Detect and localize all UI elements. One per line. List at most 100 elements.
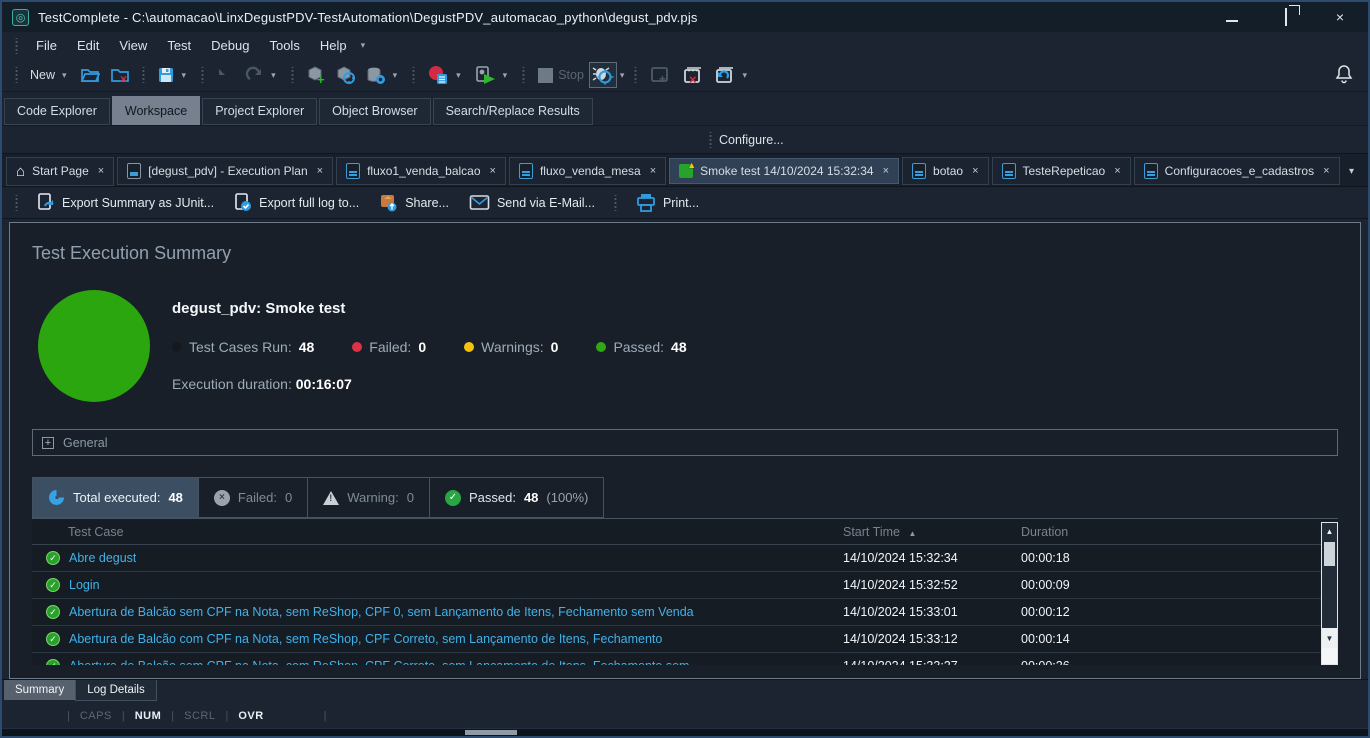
chevron-down-icon: ▾ [739, 70, 750, 81]
stop-button[interactable]: Stop [532, 64, 589, 87]
run-button[interactable]: ▾ [469, 62, 516, 88]
doc-tab-fluxo1-venda-balcao[interactable]: fluxo1_venda_balcao × [336, 157, 506, 185]
tab-log-details[interactable]: Log Details [75, 680, 157, 701]
menu-view[interactable]: View [110, 35, 156, 56]
export-log-button[interactable]: Export full log to... [226, 190, 367, 215]
table-row[interactable]: ✓Abertura de Balcão sem CPF na Nota, com… [32, 653, 1321, 665]
tab-list-dropdown[interactable]: ▾ [1349, 166, 1364, 177]
doc-tab-fluxo-venda-mesa[interactable]: fluxo_venda_mesa × [509, 157, 666, 185]
table-row[interactable]: ✓Abertura de Balcão com CPF na Nota, sem… [32, 626, 1321, 653]
restore-button[interactable] [1276, 9, 1296, 25]
add-object-button[interactable]: + [301, 63, 331, 88]
general-section-header[interactable]: + General [32, 429, 1338, 456]
doc-tab-teste-repeticao[interactable]: TesteRepeticao × [992, 157, 1131, 185]
debug-bug-icon [592, 65, 614, 85]
undo-button[interactable] [211, 63, 240, 87]
menu-debug[interactable]: Debug [202, 35, 258, 56]
document-tab-bar: ⌂ Start Page × [degust_pdv] - Execution … [2, 153, 1368, 186]
filter-tab-warning[interactable]: Warning: 0 [307, 477, 429, 518]
filter-tab-total[interactable]: Total executed: 48 [32, 477, 198, 518]
tab-search-replace-results[interactable]: Search/Replace Results [433, 98, 593, 125]
print-button[interactable]: Print... [628, 190, 707, 215]
close-icon[interactable]: × [972, 165, 978, 177]
horizontal-scrollbar[interactable] [2, 728, 1368, 736]
result-filter-tabs: Total executed: 48 × Failed: 0 Warning: … [32, 477, 1338, 518]
configure-button[interactable]: Configure... [719, 133, 784, 147]
status-num: NUM [135, 710, 162, 722]
table-row[interactable]: ✓Abre degust 14/10/2024 15:32:34 00:00:1… [32, 545, 1321, 572]
record-button[interactable]: ▾ [422, 62, 469, 88]
doc-tab-start-page[interactable]: ⌂ Start Page × [6, 157, 114, 186]
test-case-link[interactable]: Login [69, 578, 100, 592]
vertical-scrollbar[interactable]: ▲ ▼ [1321, 522, 1338, 665]
tab-object-browser[interactable]: Object Browser [319, 98, 430, 125]
close-icon[interactable]: × [98, 165, 104, 177]
close-button[interactable]: × [1330, 9, 1350, 25]
status-separator: | [324, 710, 327, 722]
menu-file[interactable]: File [27, 35, 66, 56]
filter-tab-passed[interactable]: ✓ Passed: 48 (100%) [429, 477, 604, 518]
notifications-button[interactable] [1334, 64, 1368, 86]
scroll-down-button[interactable]: ▼ [1322, 628, 1337, 648]
svg-text:×: × [689, 72, 697, 85]
svg-text:×: × [120, 72, 127, 84]
column-start-time[interactable]: Start Time ▲ [843, 525, 1021, 539]
close-project-button[interactable]: × [105, 63, 135, 87]
close-icon[interactable]: × [650, 165, 656, 177]
share-button[interactable]: Share... [371, 190, 457, 215]
restore-layout-button[interactable]: ▾ [708, 62, 755, 88]
scroll-up-button[interactable]: ▲ [1322, 523, 1337, 540]
expand-icon[interactable]: + [42, 437, 54, 449]
send-email-button[interactable]: Send via E-Mail... [461, 191, 603, 214]
menu-tools[interactable]: Tools [260, 35, 308, 56]
data-settings-button[interactable]: ▾ [361, 63, 406, 88]
menu-edit[interactable]: Edit [68, 35, 108, 56]
chevron-down-icon: ▾ [500, 70, 511, 81]
minimize-button[interactable] [1222, 9, 1242, 25]
table-row[interactable]: ✓Abertura de Balcão sem CPF na Nota, sem… [32, 599, 1321, 626]
doc-tab-smoke-test-log[interactable]: Smoke test 14/10/2024 15:32:34 × [669, 158, 899, 184]
close-window-button[interactable]: × [676, 62, 708, 88]
horizontal-scrollbar-thumb[interactable] [465, 730, 517, 735]
filter-tab-failed[interactable]: × Failed: 0 [198, 477, 307, 518]
close-icon[interactable]: × [1323, 165, 1329, 177]
tab-project-explorer[interactable]: Project Explorer [202, 98, 317, 125]
test-case-link[interactable]: Abertura de Balcão sem CPF na Nota, com … [69, 659, 689, 665]
object-spy-button[interactable] [331, 63, 361, 88]
save-button[interactable]: ▾ [152, 63, 195, 87]
script-icon [346, 163, 360, 179]
test-case-link[interactable]: Abertura de Balcão com CPF na Nota, sem … [69, 632, 662, 646]
stat-warnings: Warnings: 0 [464, 339, 558, 355]
column-test-case[interactable]: Test Case [32, 525, 843, 539]
chevron-down-icon[interactable]: ▾ [361, 40, 366, 51]
debug-button[interactable] [589, 62, 617, 88]
export-junit-button[interactable]: Export Summary as JUnit... [29, 190, 222, 215]
table-row[interactable]: ✓Login 14/10/2024 15:32:52 00:00:09 [32, 572, 1321, 599]
open-button[interactable] [75, 63, 105, 87]
menu-test[interactable]: Test [158, 35, 200, 56]
window-title: TestComplete - C:\automacao\LinxDegustPD… [38, 10, 698, 25]
close-icon[interactable]: × [317, 165, 323, 177]
tab-summary[interactable]: Summary [4, 680, 75, 700]
doc-tab-botao[interactable]: botao × [902, 157, 988, 185]
redo-button[interactable]: ▾ [240, 63, 284, 87]
doc-tab-configuracoes-e-cadastros[interactable]: Configuracoes_e_cadastros × [1134, 157, 1340, 185]
open-folder-icon [80, 66, 100, 84]
close-icon[interactable]: × [490, 165, 496, 177]
stat-failed: Failed: 0 [352, 339, 426, 355]
scrollbar-thumb[interactable] [1324, 542, 1335, 566]
close-icon[interactable]: × [1114, 165, 1120, 177]
stop-icon [537, 67, 554, 84]
stats-row: Test Cases Run: 48 Failed: 0 Warnings: 0 [172, 339, 687, 355]
menu-help[interactable]: Help [311, 35, 356, 56]
tab-code-explorer[interactable]: Code Explorer [4, 98, 110, 125]
tab-workspace[interactable]: Workspace [112, 96, 200, 125]
test-case-link[interactable]: Abre degust [69, 551, 136, 565]
chevron-down-icon[interactable]: ▾ [617, 70, 628, 81]
add-window-button[interactable]: + [644, 62, 676, 88]
test-case-link[interactable]: Abertura de Balcão sem CPF na Nota, sem … [69, 605, 694, 619]
new-button[interactable]: New ▾ [25, 65, 75, 85]
doc-tab-execution-plan[interactable]: [degust_pdv] - Execution Plan × [117, 157, 333, 185]
column-duration[interactable]: Duration [1021, 525, 1321, 539]
close-icon[interactable]: × [883, 165, 889, 177]
